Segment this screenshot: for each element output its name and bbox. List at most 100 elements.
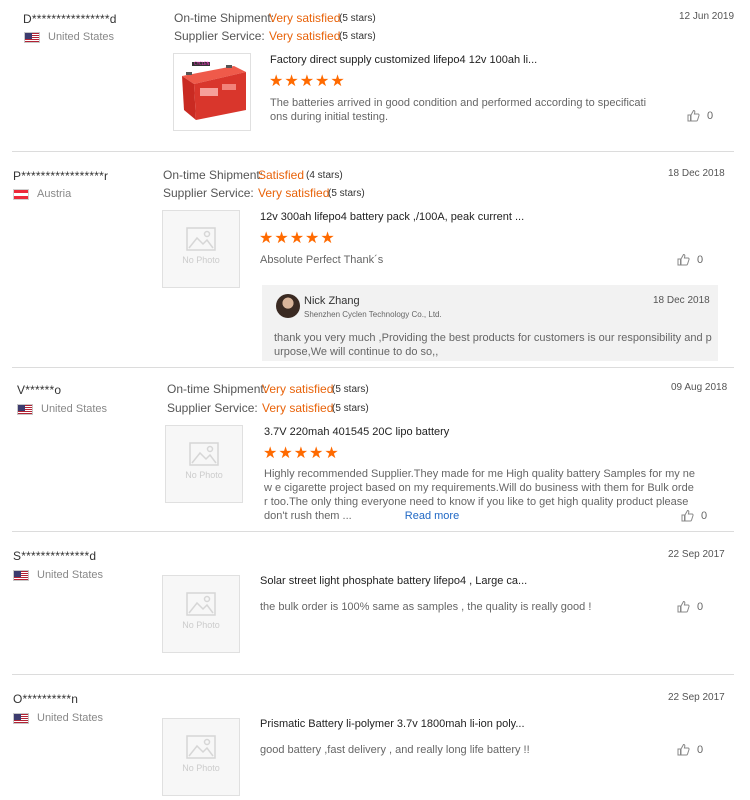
ontime-label: On-time Shipment: (167, 382, 268, 396)
reply-date: 18 Dec 2018 (653, 295, 710, 306)
ontime-rating: Satisfied (258, 168, 305, 182)
product-image[interactable]: CYCLEN (173, 53, 251, 131)
image-placeholder-icon (186, 735, 216, 759)
reply-line: urpose,We will continue to do so,, (274, 346, 439, 358)
review-date: 18 Dec 2018 (668, 168, 725, 179)
read-more-link[interactable]: Read more (405, 510, 459, 522)
flag-us-icon (17, 403, 33, 415)
buyer-country: United States (13, 569, 103, 581)
flag-us-icon (13, 569, 29, 581)
reply-text: thank you very much ,Providing the best … (274, 331, 712, 359)
ontime-label: On-time Shipment: (163, 168, 264, 182)
product-image-placeholder[interactable]: No Photo (162, 718, 240, 796)
feedback-line: Highly recommended Supplier.They made fo… (264, 468, 696, 480)
avatar (276, 294, 300, 318)
flag-at-icon (13, 188, 29, 200)
buyer-country: United States (17, 403, 107, 415)
no-photo-label: No Photo (182, 255, 220, 265)
product-title[interactable]: Solar street light phosphate battery lif… (260, 575, 550, 587)
thumbs-up-icon (687, 109, 700, 122)
review-date: 22 Sep 2017 (668, 549, 725, 560)
feedback-text: the bulk order is 100% same as samples ,… (260, 601, 592, 613)
thumbs-up-icon (681, 509, 694, 522)
ontime-rating: Very satisfied (269, 11, 341, 25)
buyer-name: O**********n (13, 692, 79, 706)
ontime-rating: Very satisfied (262, 382, 334, 396)
buyer-country: United States (24, 31, 114, 43)
service-rating: Very satisfied (258, 186, 330, 200)
feedback-text: good battery ,fast delivery , and really… (260, 744, 530, 756)
like-count: 0 (701, 509, 708, 522)
like-count: 0 (697, 253, 704, 266)
battery-image-icon: CYCLEN (174, 54, 250, 130)
product-title[interactable]: 12v 300ah lifepo4 battery pack ,/100A, p… (260, 211, 550, 223)
feedback-line: ons during initial testing. (270, 111, 389, 123)
review-divider (12, 367, 734, 368)
country-name: United States (37, 569, 104, 581)
service-stars: (5 stars) (339, 31, 376, 42)
svg-text:CYCLEN: CYCLEN (194, 61, 210, 66)
feedback-text: Highly recommended Supplier.They made fo… (264, 467, 695, 523)
thumbs-up-icon (677, 253, 690, 266)
product-image-placeholder[interactable]: No Photo (165, 425, 243, 503)
product-title[interactable]: 3.7V 220mah 401545 20C lipo battery (264, 426, 554, 438)
feedback-text: The batteries arrived in good condition … (270, 96, 646, 124)
service-label: Supplier Service: (163, 186, 254, 200)
buyer-name: D****************d (23, 12, 117, 26)
product-image-placeholder[interactable]: No Photo (162, 210, 240, 288)
buyer-country: United States (13, 712, 103, 724)
flag-us-icon (24, 31, 40, 43)
ontime-stars: (4 stars) (306, 170, 343, 181)
rating-stars: ★★★★★ (263, 445, 340, 462)
thumbs-up-icon (677, 743, 690, 756)
image-placeholder-icon (186, 227, 216, 251)
ontime-stars: (5 stars) (339, 13, 376, 24)
product-title[interactable]: Factory direct supply customized lifepo4… (270, 54, 560, 66)
like-button[interactable]: 0 (677, 743, 703, 756)
country-name: United States (41, 403, 108, 415)
service-label: Supplier Service: (167, 401, 258, 415)
feedback-line: don't rush them ... Read more (264, 509, 695, 523)
review-divider (12, 674, 734, 675)
country-name: United States (48, 31, 115, 43)
like-count: 0 (697, 743, 704, 756)
supplier-reply: Nick Zhang Shenzhen Cyclen Technology Co… (262, 285, 718, 361)
service-stars: (5 stars) (332, 403, 369, 414)
feedback-text: Absolute Perfect Thank´s (260, 254, 384, 266)
review-divider (12, 151, 734, 152)
feedback-truncated: don't rush them ... (264, 510, 352, 522)
like-button[interactable]: 0 (681, 509, 707, 522)
product-image-placeholder[interactable]: No Photo (162, 575, 240, 653)
no-photo-label: No Photo (182, 763, 220, 773)
image-placeholder-icon (186, 592, 216, 616)
review-divider (12, 531, 734, 532)
country-name: Austria (37, 188, 72, 200)
service-rating: Very satisfied (269, 29, 341, 43)
service-label: Supplier Service: (174, 29, 265, 43)
buyer-name: P*****************r (13, 169, 109, 183)
reply-author: Nick Zhang (304, 295, 360, 307)
service-stars: (5 stars) (328, 188, 365, 199)
feedback-line: w e cigarette project based on my requir… (264, 482, 694, 494)
rating-stars: ★★★★★ (259, 230, 336, 247)
ontime-label: On-time Shipment: (174, 11, 275, 25)
like-button[interactable]: 0 (677, 600, 703, 613)
like-button[interactable]: 0 (677, 253, 703, 266)
country-name: United States (37, 712, 104, 724)
buyer-country: Austria (13, 188, 71, 200)
service-rating: Very satisfied (262, 401, 334, 415)
buyer-name: S**************d (13, 549, 97, 563)
flag-us-icon (13, 712, 29, 724)
like-button[interactable]: 0 (687, 109, 713, 122)
rating-stars: ★★★★★ (269, 73, 346, 90)
product-title[interactable]: Prismatic Battery li-polymer 3.7v 1800ma… (260, 718, 550, 730)
feedback-line: r too.The only thing everyone need to kn… (264, 496, 689, 508)
like-count: 0 (707, 109, 714, 122)
review-date: 09 Aug 2018 (671, 382, 728, 393)
no-photo-label: No Photo (182, 620, 220, 630)
reply-line: thank you very much ,Providing the best … (274, 332, 712, 344)
like-count: 0 (697, 600, 704, 613)
review-date: 12 Jun 2019 (679, 11, 735, 22)
thumbs-up-icon (677, 600, 690, 613)
ontime-stars: (5 stars) (332, 384, 369, 395)
